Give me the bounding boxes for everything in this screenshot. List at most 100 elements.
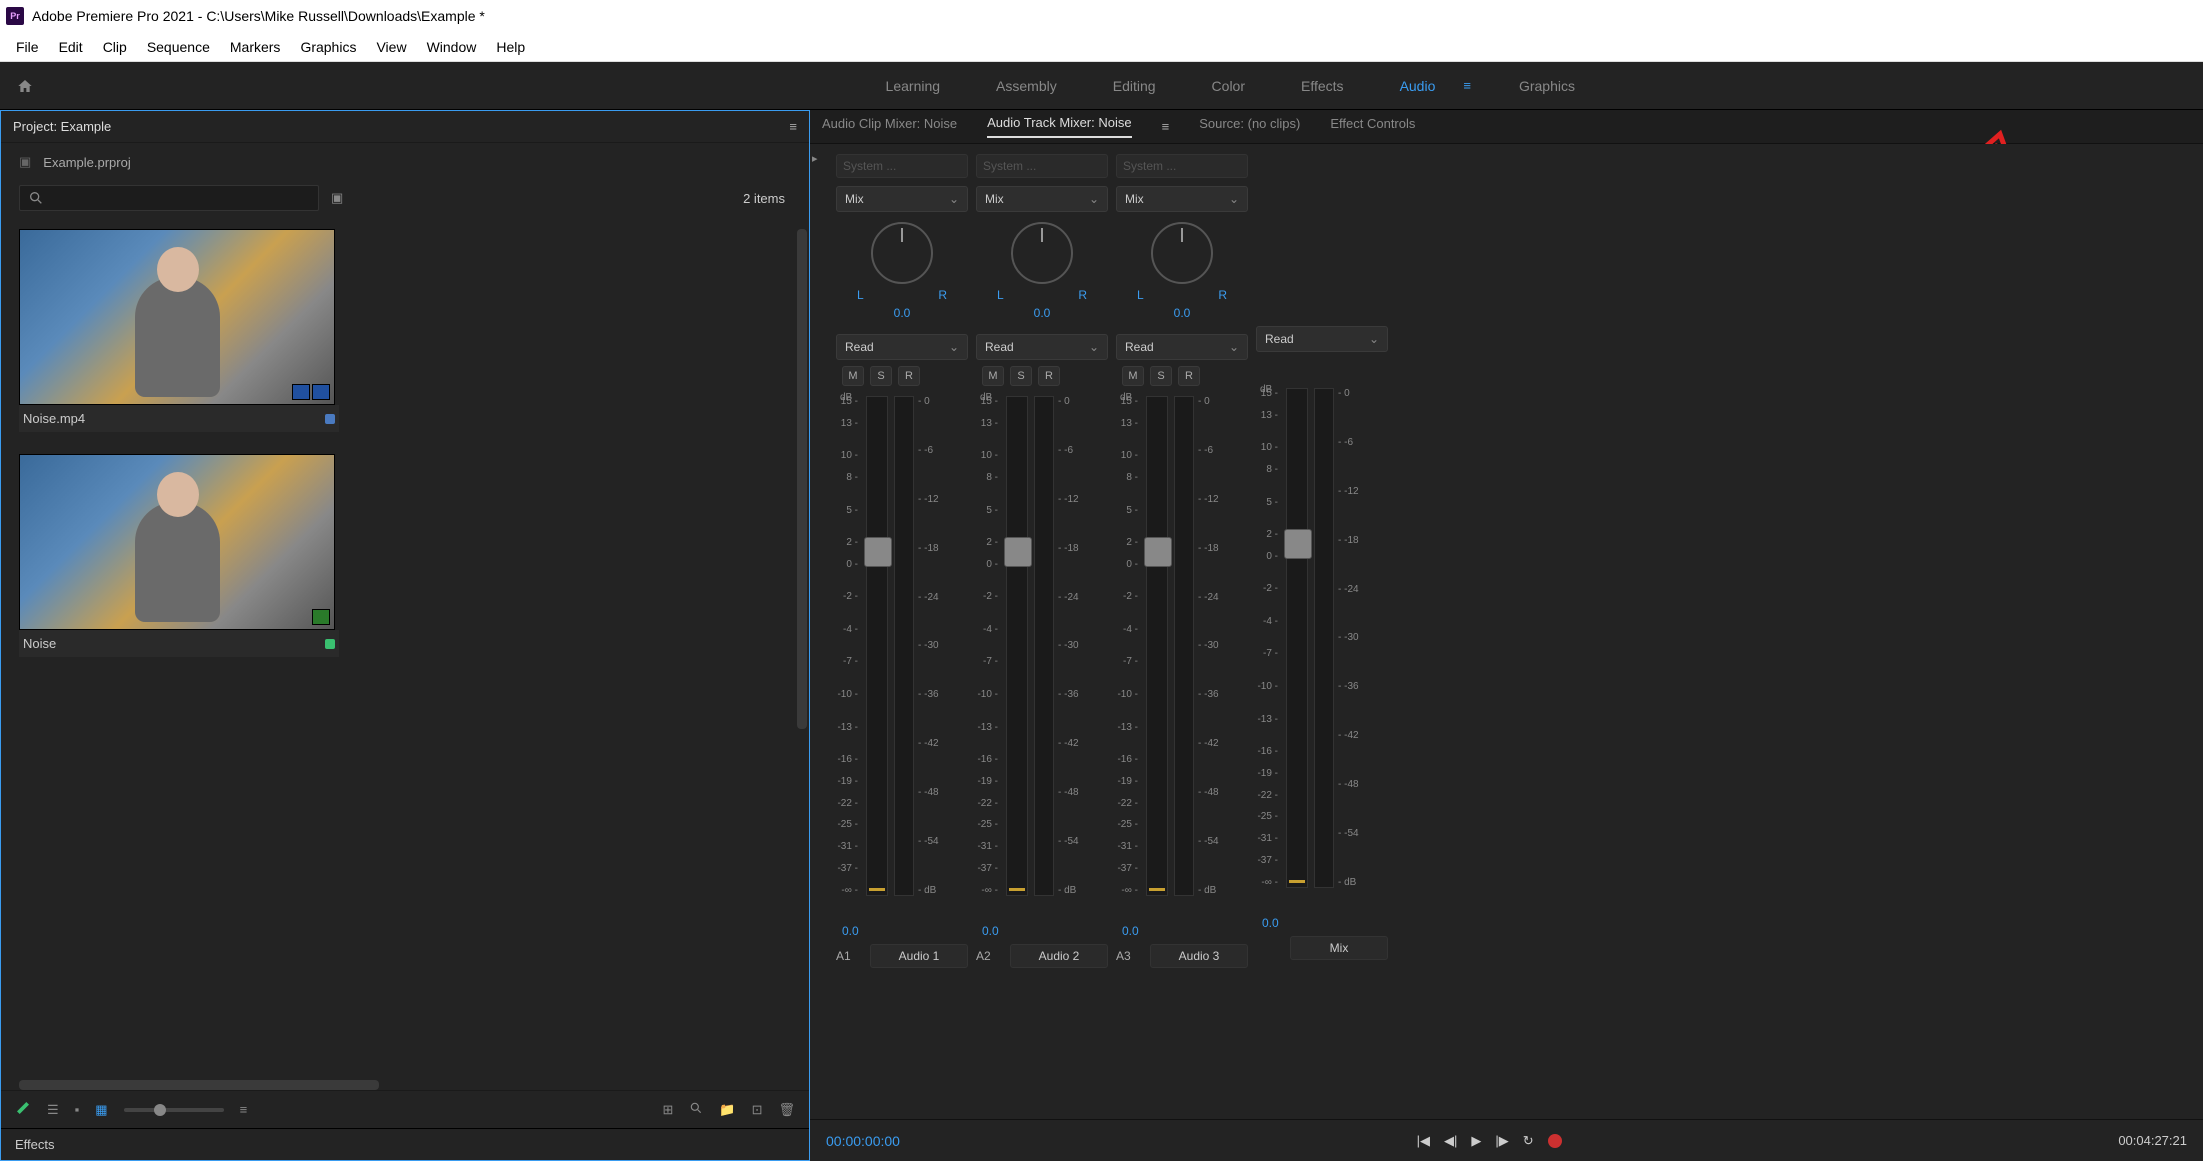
project-file-name[interactable]: Example.prproj: [43, 155, 130, 170]
effects-panel-header[interactable]: Effects: [1, 1128, 809, 1160]
menu-window[interactable]: Window: [417, 35, 487, 59]
clip-thumbnail[interactable]: [19, 229, 335, 405]
freeform-view-icon[interactable]: ▦: [95, 1102, 107, 1118]
menu-file[interactable]: File: [6, 35, 49, 59]
pan-knob[interactable]: [1011, 222, 1073, 284]
horizontal-scrollbar[interactable]: [19, 1080, 379, 1090]
clip-item[interactable]: Noise.mp4: [19, 229, 339, 432]
fader-handle[interactable]: [1144, 537, 1172, 567]
menu-clip[interactable]: Clip: [93, 35, 137, 59]
home-button[interactable]: [0, 78, 50, 94]
write-mode-icon[interactable]: [15, 1100, 31, 1119]
goto-in-button[interactable]: |◀: [1417, 1133, 1430, 1149]
scrollbar-thumb[interactable]: [797, 229, 807, 729]
tab-source[interactable]: Source: (no clips): [1199, 116, 1300, 137]
fader-handle[interactable]: [1004, 537, 1032, 567]
menu-markers[interactable]: Markers: [220, 35, 291, 59]
list-view-icon[interactable]: ☰: [47, 1102, 59, 1118]
tab-audio-clip-mixer[interactable]: Audio Clip Mixer: Noise: [822, 116, 957, 137]
new-bin-icon[interactable]: ▣: [331, 190, 343, 206]
menu-edit[interactable]: Edit: [49, 35, 93, 59]
track-name-input[interactable]: Audio 3: [1150, 944, 1248, 968]
record-button[interactable]: R: [898, 366, 920, 386]
panel-menu-icon[interactable]: ≡: [789, 119, 797, 134]
pan-knob[interactable]: [1151, 222, 1213, 284]
solo-button[interactable]: S: [1010, 366, 1032, 386]
record-button[interactable]: R: [1038, 366, 1060, 386]
project-search-input[interactable]: [19, 185, 319, 211]
track-name-input[interactable]: Mix: [1290, 936, 1388, 960]
record-button[interactable]: [1548, 1134, 1562, 1148]
tab-audio-track-mixer[interactable]: Audio Track Mixer: Noise: [987, 115, 1132, 138]
workspace-audio[interactable]: Audio: [1372, 78, 1464, 94]
workspace-color[interactable]: Color: [1184, 78, 1273, 94]
menu-view[interactable]: View: [366, 35, 416, 59]
automation-mode-select[interactable]: Read: [836, 334, 968, 360]
fader-handle[interactable]: [864, 537, 892, 567]
project-items: Noise.mp4 Noise: [1, 219, 809, 1080]
clip-name[interactable]: Noise: [23, 636, 56, 651]
volume-fader[interactable]: [1006, 396, 1028, 896]
workspace-editing[interactable]: Editing: [1085, 78, 1184, 94]
pan-value[interactable]: 0.0: [1116, 306, 1248, 320]
loop-button[interactable]: ↻: [1523, 1133, 1534, 1149]
track-output-select[interactable]: Mix: [836, 186, 968, 212]
track-input-select[interactable]: System ...: [976, 154, 1108, 178]
mute-button[interactable]: M: [982, 366, 1004, 386]
clip-name[interactable]: Noise.mp4: [23, 411, 85, 426]
expand-effects-icon[interactable]: ▸: [812, 152, 818, 165]
track-output-select[interactable]: Mix: [1116, 186, 1248, 212]
clip-item[interactable]: Noise: [19, 454, 339, 657]
menu-help[interactable]: Help: [486, 35, 535, 59]
tab-effect-controls[interactable]: Effect Controls: [1330, 116, 1415, 137]
pan-knob[interactable]: [871, 222, 933, 284]
menu-sequence[interactable]: Sequence: [137, 35, 220, 59]
gain-value[interactable]: 0.0: [1122, 924, 1248, 938]
mute-button[interactable]: M: [842, 366, 864, 386]
workspace-assembly[interactable]: Assembly: [968, 78, 1085, 94]
icon-view-icon[interactable]: ▪: [75, 1102, 80, 1117]
workspace-effects[interactable]: Effects: [1273, 78, 1372, 94]
clip-thumbnail[interactable]: [19, 454, 335, 630]
volume-fader[interactable]: [1286, 388, 1308, 888]
step-back-button[interactable]: ◀|: [1444, 1133, 1457, 1149]
automate-icon[interactable]: ⊞: [662, 1102, 673, 1118]
automation-mode-select[interactable]: Read: [1256, 326, 1388, 352]
volume-fader[interactable]: [866, 396, 888, 896]
solo-button[interactable]: S: [1150, 366, 1172, 386]
record-button[interactable]: R: [1178, 366, 1200, 386]
workspace-learning[interactable]: Learning: [858, 78, 969, 94]
track-name-input[interactable]: Audio 2: [1010, 944, 1108, 968]
play-button[interactable]: ▶: [1471, 1133, 1481, 1149]
track-name-input[interactable]: Audio 1: [870, 944, 968, 968]
volume-fader[interactable]: [1146, 396, 1168, 896]
track-input-select[interactable]: System ...: [836, 154, 968, 178]
workspace-graphics[interactable]: Graphics: [1491, 78, 1603, 94]
solo-button[interactable]: S: [870, 366, 892, 386]
timecode-out[interactable]: 00:04:27:21: [2118, 1133, 2187, 1148]
zoom-slider[interactable]: [124, 1108, 224, 1112]
workspace-menu-icon[interactable]: ≡: [1463, 78, 1491, 93]
level-meter: [894, 396, 914, 896]
find-icon[interactable]: [689, 1101, 703, 1118]
gain-value[interactable]: 0.0: [842, 924, 968, 938]
gain-value[interactable]: 0.0: [982, 924, 1108, 938]
track-input-select[interactable]: System ...: [1116, 154, 1248, 178]
pan-value[interactable]: 0.0: [976, 306, 1108, 320]
fader-handle[interactable]: [1284, 529, 1312, 559]
automation-mode-select[interactable]: Read: [1116, 334, 1248, 360]
sort-icon[interactable]: ≡: [240, 1102, 248, 1117]
gain-value[interactable]: 0.0: [1262, 916, 1388, 930]
new-bin-button-icon[interactable]: 📁: [719, 1102, 735, 1118]
panel-menu-icon[interactable]: ≡: [1162, 119, 1170, 134]
trash-icon[interactable]: 🗑: [778, 1102, 795, 1118]
track-output-select[interactable]: Mix: [976, 186, 1108, 212]
fader-scale: 15 -13 -10 -8 -5 -2 -0 --2 --4 --7 --10 …: [1116, 396, 1142, 896]
menu-graphics[interactable]: Graphics: [290, 35, 366, 59]
mute-button[interactable]: M: [1122, 366, 1144, 386]
step-forward-button[interactable]: |▶: [1495, 1133, 1508, 1149]
timecode-in[interactable]: 00:00:00:00: [826, 1133, 900, 1149]
new-item-icon[interactable]: ⊡: [752, 1102, 763, 1118]
pan-value[interactable]: 0.0: [836, 306, 968, 320]
automation-mode-select[interactable]: Read: [976, 334, 1108, 360]
